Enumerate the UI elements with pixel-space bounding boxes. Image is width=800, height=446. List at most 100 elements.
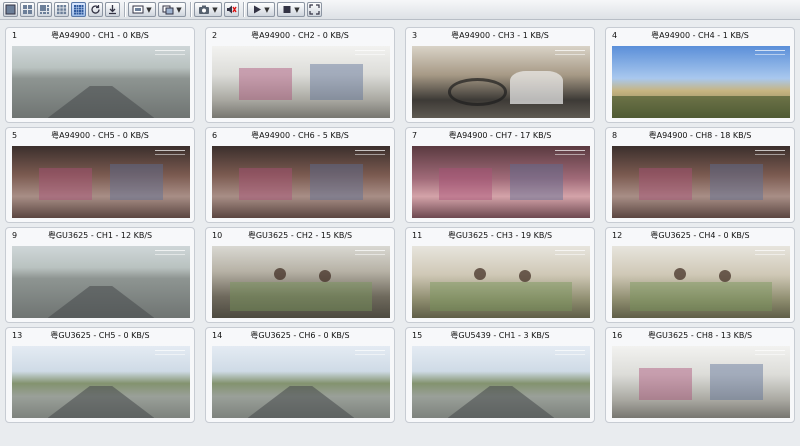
video-tile[interactable]: 7 粤A94900 - CH7 - 17 KB/S bbox=[405, 127, 595, 223]
video-tile[interactable]: 14 粤GU3625 - CH6 - 0 KB/S bbox=[205, 327, 395, 423]
tile-header: 1 粤A94900 - CH1 - 0 KB/S bbox=[6, 28, 194, 44]
video-feed[interactable] bbox=[612, 346, 790, 418]
video-tile[interactable]: 1 粤A94900 - CH1 - 0 KB/S bbox=[5, 27, 195, 123]
tile-channel-title: 粤A94900 - CH8 - 18 KB/S bbox=[648, 131, 752, 140]
tile-header: 13 粤GU3625 - CH5 - 0 KB/S bbox=[6, 328, 194, 344]
play-icon bbox=[254, 5, 262, 14]
video-tile[interactable]: 10 粤GU3625 - CH2 - 15 KB/S bbox=[205, 227, 395, 323]
toolbar: ▼ ▼ ▼ ▼ ▼ bbox=[0, 0, 800, 20]
tile-header: 10 粤GU3625 - CH2 - 15 KB/S bbox=[206, 228, 394, 244]
tile-header: 9 粤GU3625 - CH1 - 12 KB/S bbox=[6, 228, 194, 244]
layout-2x2-icon bbox=[23, 5, 32, 14]
tile-header: 3 粤A94900 - CH3 - 1 KB/S bbox=[406, 28, 594, 44]
video-frame-content bbox=[12, 346, 190, 418]
layout-4x4-button[interactable] bbox=[71, 2, 86, 17]
video-feed[interactable] bbox=[612, 146, 790, 218]
video-tile[interactable]: 4 粤A94900 - CH4 - 1 KB/S bbox=[605, 27, 795, 123]
tile-header: 14 粤GU3625 - CH6 - 0 KB/S bbox=[206, 328, 394, 344]
download-button[interactable] bbox=[105, 2, 120, 17]
video-frame-content bbox=[412, 46, 590, 118]
video-osd-overlay bbox=[755, 350, 785, 355]
video-feed[interactable] bbox=[12, 146, 190, 218]
video-frame-content bbox=[612, 346, 790, 418]
video-feed[interactable] bbox=[612, 46, 790, 118]
video-osd-overlay bbox=[555, 150, 585, 155]
video-tile[interactable]: 5 粤A94900 - CH5 - 0 KB/S bbox=[5, 127, 195, 223]
video-osd-overlay bbox=[755, 250, 785, 255]
video-tile[interactable]: 16 粤GU3625 - CH8 - 13 KB/S bbox=[605, 327, 795, 423]
video-tile[interactable]: 12 粤GU3625 - CH4 - 0 KB/S bbox=[605, 227, 795, 323]
layout-1x1-icon bbox=[5, 4, 16, 15]
display-dropdown-button[interactable]: ▼ bbox=[128, 2, 156, 17]
video-feed[interactable] bbox=[412, 146, 590, 218]
tile-header: 4 粤A94900 - CH4 - 1 KB/S bbox=[606, 28, 794, 44]
video-osd-overlay bbox=[755, 50, 785, 55]
video-tile[interactable]: 9 粤GU3625 - CH1 - 12 KB/S bbox=[5, 227, 195, 323]
tile-channel-title: 粤A94900 - CH1 - 0 KB/S bbox=[51, 31, 149, 40]
toolbar-separator bbox=[190, 2, 192, 17]
video-frame-content bbox=[12, 146, 190, 218]
video-tile[interactable]: 3 粤A94900 - CH3 - 1 KB/S bbox=[405, 27, 595, 123]
video-tile[interactable]: 8 粤A94900 - CH8 - 18 KB/S bbox=[605, 127, 795, 223]
tile-channel-title: 粤GU3625 - CH4 - 0 KB/S bbox=[650, 231, 750, 240]
video-frame-content bbox=[12, 46, 190, 118]
stream-dropdown-button[interactable]: ▼ bbox=[158, 2, 186, 17]
layout-1x1-button[interactable] bbox=[3, 2, 18, 17]
video-osd-overlay bbox=[555, 250, 585, 255]
layout-3x3-button[interactable] bbox=[54, 2, 69, 17]
stop-icon bbox=[283, 6, 291, 13]
tile-header: 6 粤A94900 - CH6 - 5 KB/S bbox=[206, 128, 394, 144]
video-frame-content bbox=[212, 246, 390, 318]
video-grid: 1 粤A94900 - CH1 - 0 KB/S 2 粤A94900 - CH2 - … bbox=[5, 27, 798, 446]
toolbar-separator bbox=[243, 2, 245, 17]
tile-header: 2 粤A94900 - CH2 - 0 KB/S bbox=[206, 28, 394, 44]
chevron-down-icon: ▼ bbox=[176, 5, 182, 14]
tile-channel-title: 粤GU3625 - CH8 - 13 KB/S bbox=[647, 331, 753, 340]
tile-header: 15 粤GU5439 - CH1 - 3 KB/S bbox=[406, 328, 594, 344]
video-osd-overlay bbox=[555, 50, 585, 55]
video-tile[interactable]: 2 粤A94900 - CH2 - 0 KB/S bbox=[205, 27, 395, 123]
refresh-button[interactable] bbox=[88, 2, 103, 17]
video-frame-content bbox=[212, 146, 390, 218]
tile-channel-title: 粤GU3625 - CH3 - 19 KB/S bbox=[447, 231, 553, 240]
video-frame-content bbox=[612, 146, 790, 218]
video-osd-overlay bbox=[355, 150, 385, 155]
video-frame-content bbox=[212, 46, 390, 118]
video-tile[interactable]: 15 粤GU5439 - CH1 - 3 KB/S bbox=[405, 327, 595, 423]
video-feed[interactable] bbox=[412, 46, 590, 118]
video-frame-content bbox=[12, 246, 190, 318]
video-tile[interactable]: 13 粤GU3625 - CH5 - 0 KB/S bbox=[5, 327, 195, 423]
audio-mute-button[interactable] bbox=[224, 2, 239, 17]
tile-channel-title: 粤A94900 - CH2 - 0 KB/S bbox=[251, 31, 349, 40]
video-feed[interactable] bbox=[212, 346, 390, 418]
tile-header: 5 粤A94900 - CH5 - 0 KB/S bbox=[6, 128, 194, 144]
video-tile[interactable]: 11 粤GU3625 - CH3 - 19 KB/S bbox=[405, 227, 595, 323]
video-osd-overlay bbox=[155, 250, 185, 255]
video-feed[interactable] bbox=[12, 346, 190, 418]
stop-dropdown-button[interactable]: ▼ bbox=[277, 2, 305, 17]
video-feed[interactable] bbox=[212, 46, 390, 118]
audio-muted-icon bbox=[227, 5, 237, 14]
video-tile[interactable]: 6 粤A94900 - CH6 - 5 KB/S bbox=[205, 127, 395, 223]
video-feed[interactable] bbox=[12, 46, 190, 118]
tile-channel-title: 粤GU3625 - CH2 - 15 KB/S bbox=[247, 231, 353, 240]
layout-1plus5-button[interactable] bbox=[37, 2, 52, 17]
fullscreen-button[interactable] bbox=[307, 2, 322, 17]
video-feed[interactable] bbox=[412, 246, 590, 318]
snapshot-dropdown-button[interactable]: ▼ bbox=[194, 2, 222, 17]
video-feed[interactable] bbox=[12, 246, 190, 318]
video-osd-overlay bbox=[755, 150, 785, 155]
stream-dropdown-icon bbox=[162, 5, 174, 15]
video-frame-content bbox=[612, 246, 790, 318]
tile-channel-title: 粤GU3625 - CH1 - 12 KB/S bbox=[47, 231, 153, 240]
layout-4x4-icon bbox=[74, 5, 84, 15]
video-osd-overlay bbox=[355, 50, 385, 55]
layout-2x2-button[interactable] bbox=[20, 2, 35, 17]
tile-channel-title: 粤GU3625 - CH6 - 0 KB/S bbox=[250, 331, 350, 340]
video-feed[interactable] bbox=[412, 346, 590, 418]
video-feed[interactable] bbox=[212, 146, 390, 218]
video-feed[interactable] bbox=[212, 246, 390, 318]
play-dropdown-button[interactable]: ▼ bbox=[247, 2, 275, 17]
video-frame-content bbox=[212, 346, 390, 418]
video-feed[interactable] bbox=[612, 246, 790, 318]
